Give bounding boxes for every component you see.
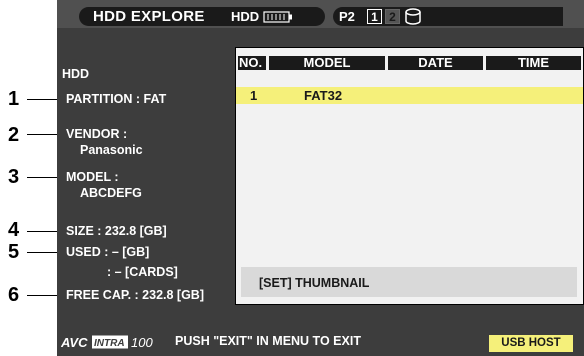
callout-2: 2 — [8, 124, 20, 146]
callout-3: 3 — [8, 166, 20, 188]
avc-intra-logo: AVC INTRA 100 — [61, 335, 153, 350]
clip-list-panel: NO. MODEL DATE TIME 1 FAT32 [SET] THUMBN… — [235, 47, 584, 305]
svg-text:AVC: AVC — [61, 335, 88, 350]
used-cards-info: : – [CARDS] — [107, 265, 178, 279]
column-header-date: DATE — [388, 56, 483, 70]
camera-screen: HDD EXPLORE P2 1 2 HDD HDD PARTITION : F… — [57, 0, 584, 356]
hdd-icon — [405, 8, 421, 25]
free-capacity-info: FREE CAP. : 232.8 [GB] — [66, 288, 205, 302]
row-model: FAT32 — [304, 88, 343, 103]
used-gb-info: USED : – [GB] — [66, 245, 150, 259]
row-number: 1 — [250, 88, 258, 103]
column-header-model: MODEL — [269, 56, 385, 70]
hdd-label-text: HDD — [231, 9, 260, 24]
card-slot-1: 1 — [367, 9, 382, 24]
callout-1: 1 — [8, 88, 20, 110]
size-info: SIZE : 232.8 [GB] — [66, 224, 167, 238]
media-status: P2 1 2 — [333, 7, 563, 26]
thumbnail-action-bar[interactable]: [SET] THUMBNAIL — [241, 267, 577, 297]
vendor-label: VENDOR : — [66, 127, 128, 141]
model-value: ABCDEFG — [80, 186, 142, 200]
callout-6: 6 — [8, 284, 20, 306]
table-row[interactable]: 1 FAT32 — [236, 87, 583, 104]
title-bar: HDD EXPLORE P2 1 2 HDD — [57, 0, 584, 28]
callout-4: 4 — [8, 219, 20, 241]
info-heading: HDD — [62, 67, 90, 81]
battery-icon — [263, 11, 292, 23]
partition-info: PARTITION : FAT — [66, 92, 167, 106]
footer-bar: AVC INTRA 100 PUSH "EXIT" IN MENU TO EXI… — [57, 325, 584, 356]
model-label: MODEL : — [66, 170, 119, 184]
p2-label: P2 — [339, 9, 355, 24]
card-slot-2: 2 — [385, 9, 400, 24]
table-header: NO. MODEL DATE TIME — [236, 48, 583, 74]
usb-host-button[interactable]: USB HOST — [489, 335, 573, 352]
callout-5: 5 — [8, 241, 20, 263]
svg-text:INTRA: INTRA — [94, 338, 125, 349]
column-header-no: NO. — [238, 56, 266, 70]
column-header-time: TIME — [486, 56, 581, 70]
svg-text:100: 100 — [131, 335, 153, 350]
vendor-value: Panasonic — [80, 143, 143, 157]
screen-title: HDD EXPLORE — [93, 8, 205, 25]
hdd-info-panel: HDD PARTITION : FAT VENDOR : Panasonic M… — [57, 28, 235, 306]
thumbnail-action-label: [SET] THUMBNAIL — [259, 276, 370, 290]
exit-instruction: PUSH "EXIT" IN MENU TO EXIT — [175, 334, 361, 348]
